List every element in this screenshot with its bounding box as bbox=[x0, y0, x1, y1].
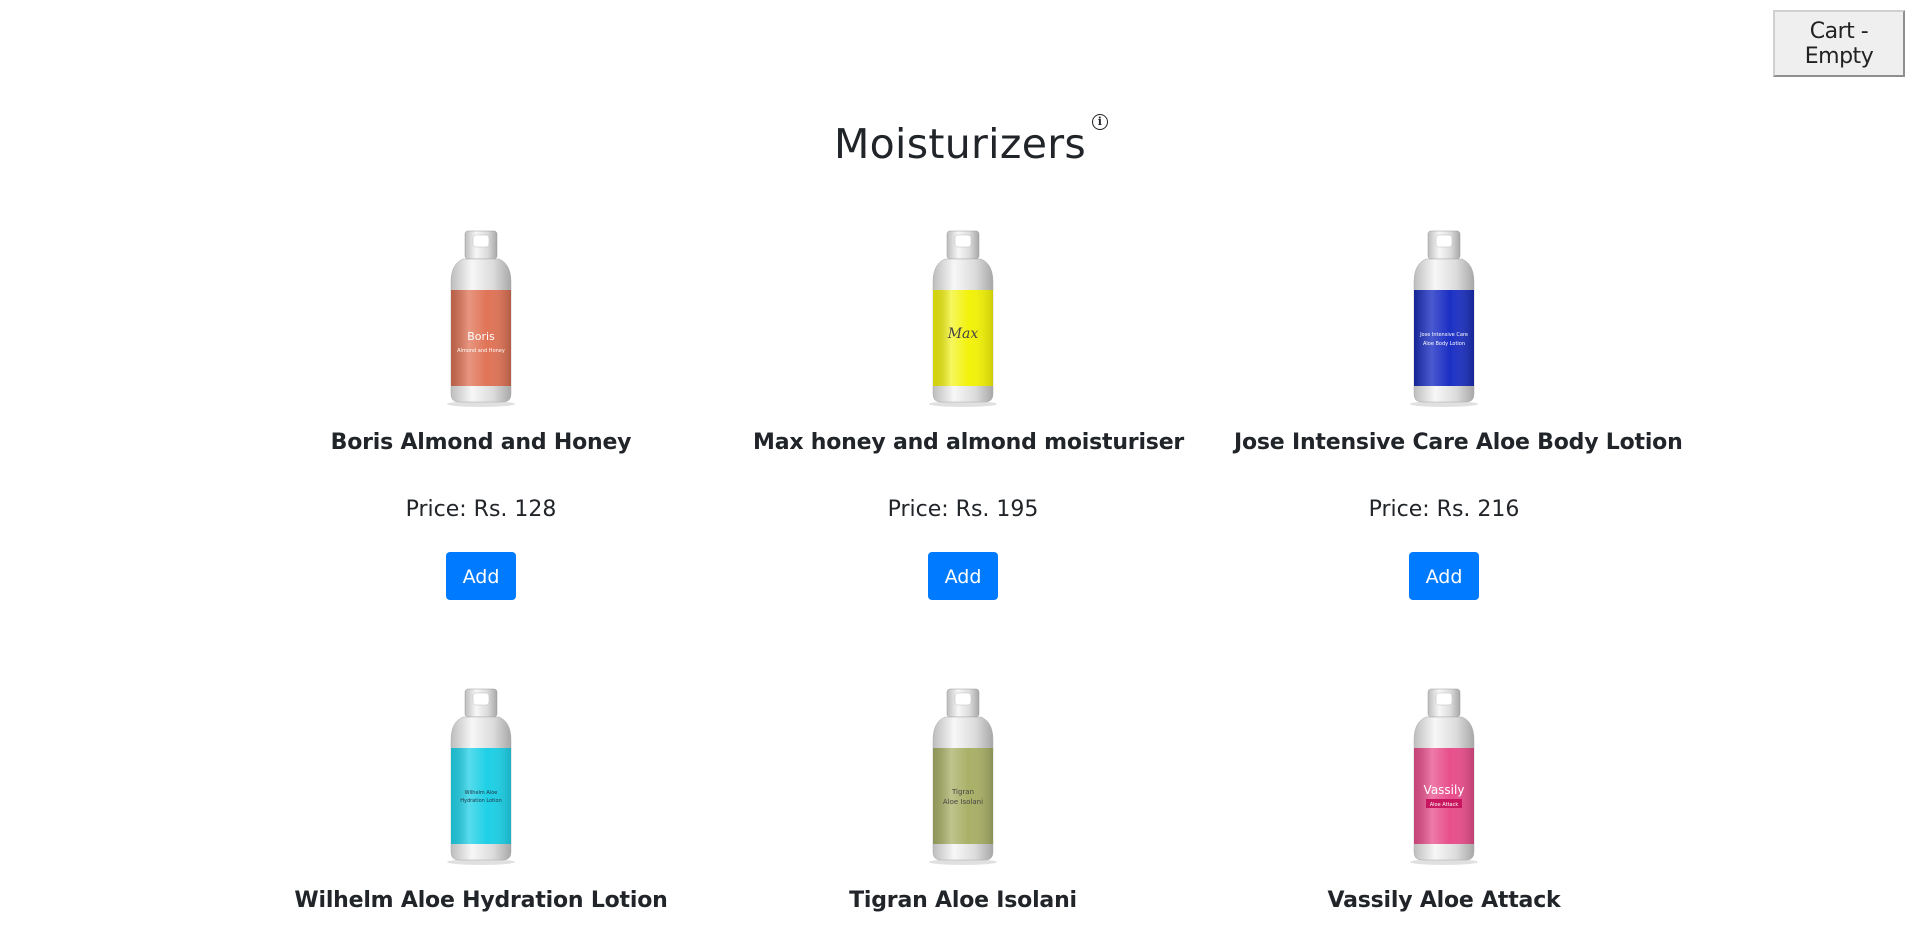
page-header: Moisturizers i bbox=[0, 86, 1920, 202]
product-price: Price: Rs. 128 bbox=[405, 497, 557, 522]
product-card: Jose Intensive Care Aloe Body Lotion Jos… bbox=[1234, 228, 1683, 600]
product-image: Vassily Aloe Attack bbox=[1410, 688, 1478, 865]
product-card: Vassily Aloe Attack Vassily Aloe Attack bbox=[1234, 686, 1654, 913]
product-name: Jose Intensive Care Aloe Body Lotion bbox=[1234, 430, 1683, 455]
svg-text:Almond and Honey: Almond and Honey bbox=[457, 348, 505, 354]
svg-text:Aloe Attack: Aloe Attack bbox=[1430, 802, 1459, 808]
product-card: Wilhelm Aloe Hydration Lotion Wilhelm Al… bbox=[271, 686, 691, 913]
add-to-cart-button[interactable]: Add bbox=[1409, 552, 1479, 600]
moisturizers-page: Cart - Empty Moisturizers i Boris Almond… bbox=[0, 0, 1920, 937]
svg-text:Max: Max bbox=[947, 326, 979, 342]
svg-text:Tigran: Tigran bbox=[951, 788, 974, 796]
svg-text:Jose Intensive Care: Jose Intensive Care bbox=[1419, 332, 1468, 338]
product-price: Price: Rs. 195 bbox=[887, 497, 1039, 522]
product-image: Tigran Aloe Isolani bbox=[929, 688, 997, 865]
svg-text:Vassily: Vassily bbox=[1424, 783, 1465, 797]
product-name: Tigran Aloe Isolani bbox=[849, 888, 1077, 913]
product-card: Tigran Aloe Isolani Tigran Aloe Isolani bbox=[753, 686, 1173, 913]
page-title: Moisturizers i bbox=[833, 114, 1109, 169]
product-name: Max honey and almond moisturiser bbox=[753, 430, 1185, 455]
add-to-cart-button[interactable]: Add bbox=[928, 552, 998, 600]
svg-text:Aloe Isolani: Aloe Isolani bbox=[943, 798, 983, 806]
product-image: Boris Almond and Honey bbox=[447, 230, 515, 407]
svg-text:Hydration Lotion: Hydration Lotion bbox=[460, 798, 502, 804]
page-title-text: Moisturizers bbox=[833, 120, 1087, 169]
product-image: Wilhelm Aloe Hydration Lotion bbox=[447, 688, 515, 865]
product-name: Wilhelm Aloe Hydration Lotion bbox=[294, 888, 668, 913]
product-name: Vassily Aloe Attack bbox=[1327, 888, 1561, 913]
add-to-cart-button[interactable]: Add bbox=[446, 552, 516, 600]
svg-text:Boris: Boris bbox=[467, 330, 495, 343]
product-image: Max bbox=[929, 230, 997, 407]
info-icon[interactable]: i bbox=[1092, 114, 1109, 131]
product-card: Boris Almond and Honey Boris Almond and … bbox=[271, 228, 691, 600]
product-name: Boris Almond and Honey bbox=[330, 430, 632, 455]
product-price: Price: Rs. 216 bbox=[1368, 497, 1520, 522]
product-card: Max Max honey and almond moisturiser Pri… bbox=[753, 228, 1185, 600]
svg-text:Wilhelm Aloe: Wilhelm Aloe bbox=[465, 790, 498, 796]
product-image: Jose Intensive Care Aloe Body Lotion bbox=[1410, 230, 1478, 407]
cart-button[interactable]: Cart - Empty bbox=[1773, 10, 1905, 77]
svg-text:Aloe Body Lotion: Aloe Body Lotion bbox=[1423, 341, 1465, 347]
